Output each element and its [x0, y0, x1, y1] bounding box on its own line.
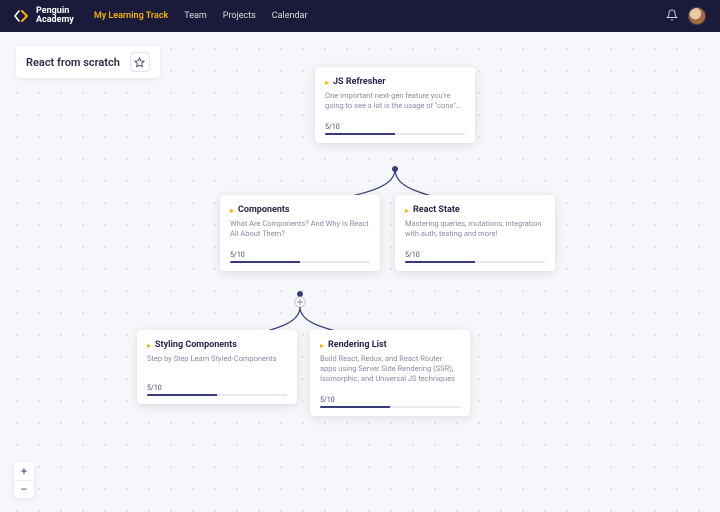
topbar-right	[666, 7, 706, 25]
card-description: What Are Components? And Why Is React Al…	[230, 219, 370, 239]
top-navbar: Penguin Academy My Learning Track Team P…	[0, 0, 720, 32]
card-progress-label: 5/10	[147, 384, 287, 392]
logo-mark-icon	[14, 9, 32, 23]
card-progress-bar	[320, 406, 460, 408]
card-title: Components	[238, 205, 290, 215]
chevron-right-icon: ▸	[325, 78, 329, 87]
card-react-state[interactable]: ▸ React State Mastering queries, mutatio…	[395, 195, 555, 271]
card-title: React State	[413, 205, 460, 215]
chevron-right-icon: ▸	[405, 206, 409, 215]
favorite-button[interactable]	[130, 52, 150, 72]
brand-name: Penguin Academy	[36, 7, 74, 25]
topbar-left: Penguin Academy My Learning Track Team P…	[14, 7, 308, 25]
card-description: Mastering queries, mutations, integratio…	[405, 219, 545, 239]
brand-logo[interactable]: Penguin Academy	[14, 7, 74, 25]
card-description: One important next-gen feature you're go…	[325, 91, 465, 111]
zoom-in-button[interactable]: +	[14, 462, 34, 480]
nav-team[interactable]: Team	[184, 11, 207, 21]
card-progress-bar	[230, 261, 370, 263]
card-js-refresher[interactable]: ▸ JS Refresher One important next-gen fe…	[315, 67, 475, 143]
notifications-icon[interactable]	[666, 9, 678, 24]
card-progress-label: 5/10	[320, 396, 460, 404]
primary-nav: My Learning Track Team Projects Calendar	[94, 11, 308, 21]
chevron-right-icon: ▸	[147, 341, 151, 350]
zoom-control: + –	[14, 462, 34, 498]
nav-calendar[interactable]: Calendar	[272, 11, 308, 21]
card-rendering-list[interactable]: ▸ Rendering List Build React, Redux, and…	[310, 330, 470, 416]
card-progress-bar	[325, 133, 465, 135]
chevron-right-icon: ▸	[230, 206, 234, 215]
zoom-out-button[interactable]: –	[14, 480, 34, 498]
card-description: Build React, Redux, and React Router app…	[320, 354, 460, 384]
card-title: JS Refresher	[333, 77, 386, 87]
card-description: Step by Step Learn Styled-Components	[147, 354, 287, 372]
chevron-right-icon: ▸	[320, 341, 324, 350]
card-components[interactable]: ▸ Components What Are Components? And Wh…	[220, 195, 380, 271]
card-progress-label: 5/10	[405, 251, 545, 259]
card-progress-bar	[405, 261, 545, 263]
nav-my-learning-track[interactable]: My Learning Track	[94, 11, 168, 21]
page-title: React from scratch	[26, 56, 120, 69]
page-title-bar: React from scratch	[16, 46, 160, 78]
card-progress-label: 5/10	[230, 251, 370, 259]
card-progress-bar	[147, 394, 287, 396]
card-title: Styling Components	[155, 340, 237, 350]
nav-projects[interactable]: Projects	[223, 11, 256, 21]
card-progress-label: 5/10	[325, 123, 465, 131]
card-styling-components[interactable]: ▸ Styling Components Step by Step Learn …	[137, 330, 297, 404]
user-avatar[interactable]	[688, 7, 706, 25]
card-title: Rendering List	[328, 340, 387, 350]
